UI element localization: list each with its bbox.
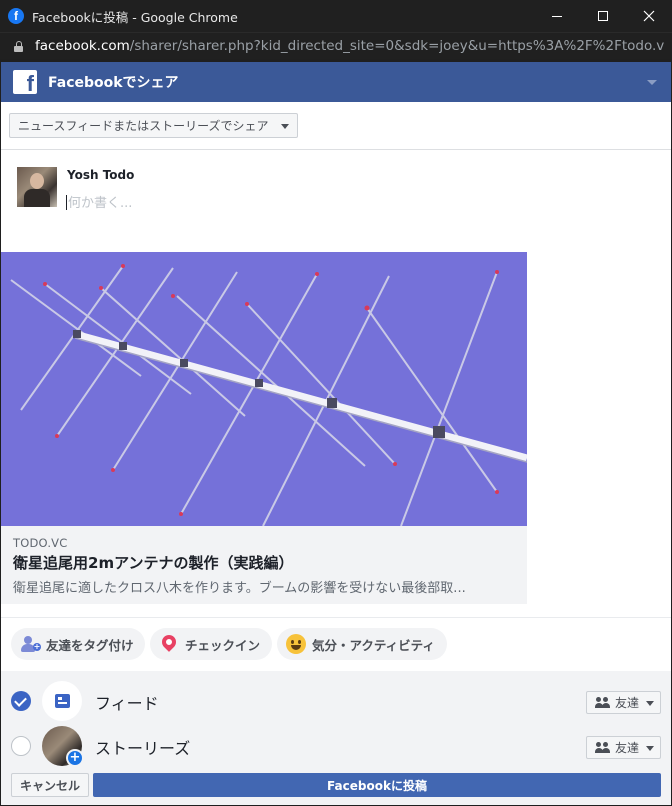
tag-friends-label: 友達をタグ付け [46, 637, 134, 653]
destination-stories-row[interactable]: + ストーリーズ 友達 [1, 724, 671, 768]
share-target-label: ニュースフィードまたはストーリーズでシェア [18, 119, 269, 133]
url-text[interactable]: facebook.com/sharer/sharer.php?kid_direc… [35, 38, 665, 54]
friends-icon [595, 741, 611, 754]
url-host: facebook.com [35, 38, 130, 54]
link-preview-image [1, 252, 527, 526]
smiley-icon [286, 634, 306, 654]
cancel-button[interactable]: キャンセル [11, 773, 89, 797]
composer-placeholder: 何か書く... [68, 196, 133, 211]
url-path: /sharer/sharer.php?kid_directed_site=0&s… [129, 38, 665, 54]
stories-audience-label: 友達 [615, 741, 640, 755]
link-domain: TODO.VC [13, 536, 68, 550]
check-in-label: チェックイン [185, 637, 261, 653]
chevron-down-icon [646, 746, 654, 751]
post-text-input[interactable]: 何か書く... [66, 192, 132, 211]
post-to-facebook-button[interactable]: Facebookに投稿 [93, 773, 661, 797]
chevron-down-icon [646, 701, 654, 706]
share-target-dropdown[interactable]: ニュースフィードまたはストーリーズでシェア [9, 113, 298, 138]
divider [1, 617, 671, 618]
user-name: Yosh Todo [67, 168, 135, 182]
link-title: 衛星追尾用2mアンテナの製作（実践編） [13, 554, 294, 572]
header-chevron-down-icon[interactable] [647, 80, 657, 85]
feeling-activity-label: 気分・アクティビティ [312, 637, 435, 653]
chevron-down-icon [281, 124, 289, 129]
feeling-activity-button[interactable]: 気分・アクティビティ [277, 628, 447, 660]
friends-icon [595, 696, 611, 709]
browser-title-bar: f Facebookに投稿 - Google Chrome [0, 0, 672, 32]
share-dialog-body: ニュースフィードまたはストーリーズでシェア Yosh Todo 何か書く... [1, 102, 671, 805]
tag-friends-button[interactable]: + 友達をタグ付け [11, 628, 145, 660]
feed-audience-label: 友達 [615, 696, 640, 710]
feed-checkbox[interactable] [11, 691, 31, 711]
destination-feed-row[interactable]: フィード 友達 [1, 679, 671, 723]
facebook-logo-icon: f [13, 70, 37, 94]
stories-label: ストーリーズ [95, 739, 191, 758]
dialog-title: Facebookでシェア [48, 75, 179, 91]
stories-audience-dropdown[interactable]: 友達 [586, 736, 661, 759]
link-preview[interactable]: TODO.VC 衛星追尾用2mアンテナの製作（実践編） 衛星追尾に適したクロス八… [1, 252, 527, 604]
maximize-icon [598, 11, 608, 21]
location-pin-icon [159, 632, 179, 654]
minimize-icon [552, 15, 562, 17]
window-title: Facebookに投稿 - Google Chrome [32, 9, 238, 25]
feed-label: フィード [95, 694, 159, 713]
link-description: 衛星追尾に適したクロス八木を作ります。ブームの影響を受けない最後部取... [13, 581, 466, 596]
close-icon [643, 10, 655, 22]
tag-friends-icon: + [20, 634, 41, 654]
lock-icon[interactable] [14, 40, 23, 52]
share-target-bar: ニュースフィードまたはストーリーズでシェア [1, 102, 671, 150]
check-in-button[interactable]: チェックイン [150, 628, 272, 660]
stories-avatar: + [42, 726, 84, 767]
post-destination-section: フィード 友達 + ストーリーズ 友達 キャンセル Facebookに投稿 [1, 671, 671, 805]
close-window-button[interactable] [626, 0, 672, 32]
stories-checkbox[interactable] [11, 736, 31, 756]
avatar [17, 167, 57, 207]
address-bar[interactable]: facebook.com/sharer/sharer.php?kid_direc… [0, 32, 672, 59]
dialog-header: f Facebookでシェア [1, 62, 671, 102]
minimize-button[interactable] [534, 0, 580, 32]
facebook-icon: f [8, 8, 24, 24]
news-feed-icon [42, 681, 82, 721]
add-story-icon: + [66, 749, 84, 767]
maximize-button[interactable] [580, 0, 626, 32]
feed-audience-dropdown[interactable]: 友達 [586, 691, 661, 714]
